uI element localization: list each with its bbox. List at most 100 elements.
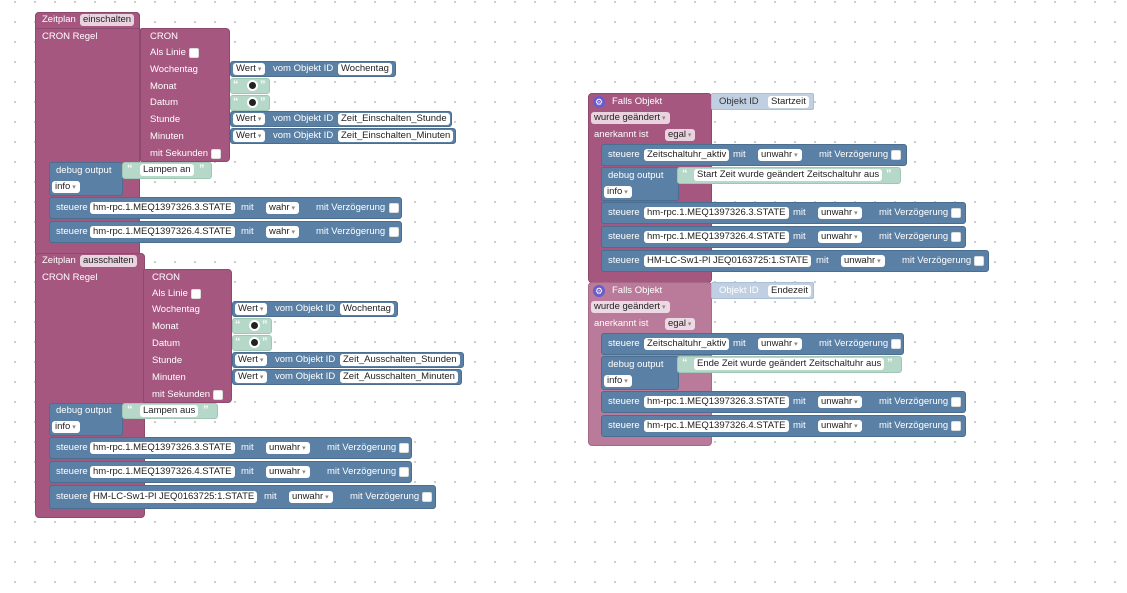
- debug-level-dropdown[interactable]: info: [604, 375, 632, 387]
- als-linie-label: Als Linie: [150, 47, 186, 58]
- verzoegerung-checkbox[interactable]: [951, 208, 961, 218]
- gear-icon[interactable]: ⚙: [593, 285, 605, 297]
- verzoegerung-checkbox[interactable]: [951, 232, 961, 242]
- event-dropdown[interactable]: wurde geändert: [591, 301, 670, 313]
- object-id-field[interactable]: Wochentag: [340, 303, 394, 315]
- value-dropdown[interactable]: unwahr: [818, 231, 862, 243]
- als-linie-label: Als Linie: [152, 288, 188, 299]
- verzoegerung-checkbox[interactable]: [951, 397, 961, 407]
- mit-label: mit: [793, 207, 806, 218]
- verzoegerung-label: mit Verzögerung: [879, 207, 949, 218]
- verzoegerung-checkbox[interactable]: [974, 256, 984, 266]
- value-dropdown[interactable]: unwahr: [841, 255, 885, 267]
- wert-dropdown[interactable]: Wert: [235, 354, 268, 366]
- mit-label: mit: [241, 202, 254, 213]
- steuere-object-field[interactable]: hm-rpc.1.MEQ1397326.4.STATE: [90, 226, 235, 238]
- debug-text-field[interactable]: Lampen aus: [140, 405, 199, 417]
- event-dropdown[interactable]: wurde geändert: [591, 112, 670, 124]
- zeitplan-name-field[interactable]: einschalten: [80, 14, 135, 26]
- verzoegerung-label: mit Verzögerung: [879, 420, 949, 431]
- value-dropdown[interactable]: unwahr: [758, 338, 802, 350]
- verzoegerung-checkbox[interactable]: [399, 443, 409, 453]
- steuere-object-field[interactable]: hm-rpc.1.MEQ1397326.3.STATE: [90, 202, 235, 214]
- debug-text-field[interactable]: Lampen an: [140, 164, 194, 176]
- object-id-field[interactable]: Zeit_Einschalten_Stunde: [338, 113, 450, 125]
- anerkannt-label: anerkannt ist: [594, 129, 649, 140]
- object-id-field[interactable]: Wochentag: [338, 63, 392, 75]
- wert-dropdown[interactable]: Wert: [235, 371, 268, 383]
- monat-label: Monat: [150, 81, 177, 92]
- steuere-object-field[interactable]: hm-rpc.1.MEQ1397326.3.STATE: [644, 396, 789, 408]
- verzoegerung-checkbox[interactable]: [422, 492, 432, 502]
- steuere-object-field[interactable]: hm-rpc.1.MEQ1397326.4.STATE: [90, 466, 235, 478]
- wert-dropdown[interactable]: Wert: [233, 63, 266, 75]
- verzoegerung-checkbox[interactable]: [891, 150, 901, 160]
- verzoegerung-checkbox[interactable]: [951, 421, 961, 431]
- anerkannt-dropdown[interactable]: egal: [665, 318, 696, 330]
- quote-open-icon: “: [235, 319, 241, 331]
- steuere-object-field[interactable]: hm-rpc.1.MEQ1397326.3.STATE: [90, 442, 235, 454]
- text-value-dot[interactable]: [249, 337, 260, 348]
- object-id-field[interactable]: Endezeit: [768, 285, 811, 297]
- quote-open-icon: “: [127, 404, 133, 416]
- wert-dropdown[interactable]: Wert: [233, 130, 266, 142]
- value-dropdown[interactable]: unwahr: [289, 491, 333, 503]
- steuere-object-field[interactable]: HM-LC-Sw1-Pl JEQ0163725:1.STATE: [90, 491, 258, 503]
- object-id-field[interactable]: Startzeit: [768, 96, 809, 108]
- debug-output-label: debug output: [608, 359, 664, 370]
- quote-open-icon: “: [682, 168, 688, 180]
- steuere-label: steuere: [608, 231, 640, 242]
- mit-label: mit: [733, 149, 746, 160]
- quote-close-icon: ”: [260, 96, 266, 108]
- object-id-field[interactable]: Zeit_Ausschalten_Stunden: [340, 354, 460, 366]
- steuere-label: steuere: [608, 255, 640, 266]
- wert-dropdown[interactable]: Wert: [233, 113, 266, 125]
- value-dropdown[interactable]: unwahr: [266, 466, 310, 478]
- mit-sekunden-checkbox[interactable]: [213, 390, 223, 400]
- zeitplan-name-field[interactable]: ausschalten: [80, 255, 137, 267]
- text-value-dot[interactable]: [249, 320, 260, 331]
- value-dropdown[interactable]: unwahr: [818, 396, 862, 408]
- value-dropdown[interactable]: wahr: [266, 226, 300, 238]
- mit-label: mit: [733, 338, 746, 349]
- quote-close-icon: ”: [199, 163, 205, 175]
- anerkannt-dropdown[interactable]: egal: [665, 129, 696, 141]
- monat-label: Monat: [152, 321, 179, 332]
- verzoegerung-checkbox[interactable]: [389, 227, 399, 237]
- value-dropdown[interactable]: unwahr: [818, 207, 862, 219]
- steuere-object-field[interactable]: hm-rpc.1.MEQ1397326.3.STATE: [644, 207, 789, 219]
- wert-dropdown[interactable]: Wert: [235, 303, 268, 315]
- steuere-object-field[interactable]: hm-rpc.1.MEQ1397326.4.STATE: [644, 420, 789, 432]
- vom-objekt-label: vom Objekt ID: [273, 113, 334, 124]
- als-linie-checkbox[interactable]: [189, 48, 199, 58]
- text-value-dot[interactable]: [247, 80, 258, 91]
- value-dropdown[interactable]: unwahr: [266, 442, 310, 454]
- quote-open-icon: “: [235, 336, 241, 348]
- debug-text-field[interactable]: Ende Zeit wurde geändert Zeitschaltuhr a…: [694, 358, 885, 370]
- steuere-object-field[interactable]: Zeitschaltuhr_aktiv: [644, 338, 730, 350]
- als-linie-checkbox[interactable]: [191, 289, 201, 299]
- steuere-object-field[interactable]: HM-LC-Sw1-Pl JEQ0163725:1.STATE: [644, 255, 812, 267]
- object-id-field[interactable]: Zeit_Einschalten_Minuten: [338, 130, 454, 142]
- steuere-label: steuere: [56, 202, 88, 213]
- steuere-object-field[interactable]: Zeitschaltuhr_aktiv: [644, 149, 730, 161]
- text-value-dot[interactable]: [247, 97, 258, 108]
- steuere-object-field[interactable]: hm-rpc.1.MEQ1397326.4.STATE: [644, 231, 789, 243]
- value-dropdown[interactable]: unwahr: [818, 420, 862, 432]
- verzoegerung-checkbox[interactable]: [891, 339, 901, 349]
- value-dropdown[interactable]: unwahr: [758, 149, 802, 161]
- debug-level-dropdown[interactable]: info: [604, 186, 632, 198]
- gear-icon[interactable]: ⚙: [593, 96, 605, 108]
- verzoegerung-checkbox[interactable]: [389, 203, 399, 213]
- objekt-id-label: Objekt ID: [719, 96, 759, 107]
- stunde-label: Stunde: [152, 355, 183, 366]
- quote-close-icon: ”: [262, 336, 268, 348]
- value-dropdown[interactable]: wahr: [266, 202, 300, 214]
- vom-objekt-label: vom Objekt ID: [273, 130, 334, 141]
- debug-level-dropdown[interactable]: info: [52, 421, 80, 433]
- verzoegerung-checkbox[interactable]: [399, 467, 409, 477]
- object-id-field[interactable]: Zeit_Ausschalten_Minuten: [340, 371, 458, 383]
- debug-text-field[interactable]: Start Zeit wurde geändert Zeitschaltuhr …: [694, 169, 883, 181]
- mit-sekunden-checkbox[interactable]: [211, 149, 221, 159]
- debug-level-dropdown[interactable]: info: [52, 181, 80, 193]
